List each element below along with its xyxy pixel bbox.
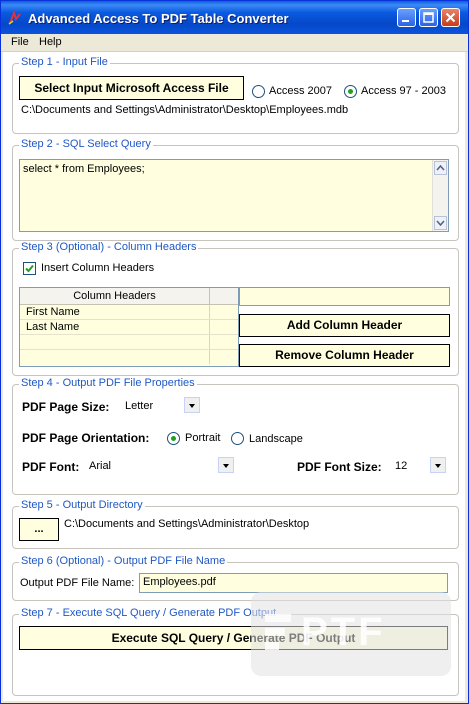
browse-directory-label: ... xyxy=(34,523,44,535)
font-dropdown[interactable]: Arial xyxy=(85,456,235,476)
add-column-header-button[interactable]: Add Column Header xyxy=(239,314,450,337)
step4-legend: Step 4 - Output PDF File Properties xyxy=(19,377,197,389)
add-column-header-label: Add Column Header xyxy=(286,318,403,332)
window-title: Advanced Access To PDF Table Converter xyxy=(28,11,289,26)
minimize-button[interactable] xyxy=(397,8,416,27)
app-window: Advanced Access To PDF Table Converter F… xyxy=(0,0,469,704)
radio-selected-dot xyxy=(348,89,353,94)
orientation-label: PDF Page Orientation: xyxy=(22,431,150,445)
sql-query-text: select * from Employees; xyxy=(23,163,145,175)
checkmark-icon xyxy=(25,264,34,273)
portrait-label: Portrait xyxy=(185,432,221,444)
chevron-down-icon[interactable] xyxy=(430,457,446,473)
font-value: Arial xyxy=(89,460,112,472)
grid-header: Column Headers xyxy=(20,288,238,305)
column-headers-grid[interactable]: Column Headers First Name Last Name xyxy=(19,287,239,367)
title-bar[interactable]: Advanced Access To PDF Table Converter xyxy=(1,1,468,34)
output-file-name-input[interactable]: Employees.pdf xyxy=(139,573,448,593)
table-row[interactable]: Last Name xyxy=(20,320,238,335)
menu-bar: File Help xyxy=(1,34,468,52)
select-input-file-button[interactable]: Select Input Microsoft Access File xyxy=(19,76,244,100)
font-label: PDF Font: xyxy=(22,460,80,474)
watermark-text: PTF xyxy=(301,610,386,654)
access-97-2003-radio[interactable] xyxy=(344,85,357,98)
close-icon xyxy=(445,12,456,23)
insert-column-headers-label: Insert Column Headers xyxy=(41,262,155,274)
page-size-value: Letter xyxy=(125,400,154,412)
menu-help[interactable]: Help xyxy=(39,36,62,48)
remove-column-header-label: Remove Column Header xyxy=(275,348,414,362)
table-cell: Last Name xyxy=(26,321,80,333)
step3-legend: Step 3 (Optional) - Column Headers xyxy=(19,241,199,253)
access-2007-label: Access 2007 xyxy=(269,85,332,97)
sql-query-textarea[interactable]: select * from Employees; xyxy=(19,159,449,232)
watermark: PTF xyxy=(251,592,451,676)
font-size-dropdown[interactable]: 12 xyxy=(391,456,447,476)
access-2007-radio[interactable] xyxy=(252,85,265,98)
table-row[interactable] xyxy=(20,335,238,350)
sql-query-scrollbar[interactable] xyxy=(432,160,448,231)
step5-legend: Step 5 - Output Directory xyxy=(19,499,145,511)
close-button[interactable] xyxy=(441,8,460,27)
landscape-radio[interactable] xyxy=(231,432,244,445)
chevron-down-icon[interactable] xyxy=(184,397,200,413)
table-cell: First Name xyxy=(26,306,80,318)
font-size-value: 12 xyxy=(395,460,408,472)
watermark-logo-icon xyxy=(265,614,291,650)
scroll-down-button[interactable] xyxy=(434,216,447,230)
radio-selected-dot xyxy=(171,436,176,441)
remove-column-header-button[interactable]: Remove Column Header xyxy=(239,344,450,367)
app-logo-icon xyxy=(8,10,21,25)
page-size-dropdown[interactable]: Letter xyxy=(121,396,201,416)
menu-file[interactable]: File xyxy=(11,36,29,48)
minimize-icon xyxy=(402,20,409,22)
browse-directory-button[interactable]: ... xyxy=(19,518,59,541)
maximize-icon xyxy=(423,12,434,23)
access-97-2003-label: Access 97 - 2003 xyxy=(361,85,446,97)
page-size-label: PDF Page Size: xyxy=(22,400,110,414)
output-file-name-label: Output PDF File Name: xyxy=(20,577,135,589)
maximize-button[interactable] xyxy=(419,8,438,27)
step1-legend: Step 1 - Input File xyxy=(19,56,110,68)
step2-legend: Step 2 - SQL Select Query xyxy=(19,138,153,150)
landscape-label: Landscape xyxy=(249,433,303,445)
new-column-header-input[interactable] xyxy=(239,287,450,306)
select-input-file-label: Select Input Microsoft Access File xyxy=(34,81,229,95)
table-row[interactable] xyxy=(20,350,238,364)
step6-legend: Step 6 (Optional) - Output PDF File Name xyxy=(19,555,228,567)
input-file-path: C:\Documents and Settings\Administrator\… xyxy=(21,104,349,116)
grid-header-column-headers: Column Headers xyxy=(20,288,210,304)
insert-column-headers-checkbox[interactable] xyxy=(23,262,36,275)
scroll-down-icon xyxy=(436,220,445,227)
output-directory-path: C:\Documents and Settings\Administrator\… xyxy=(64,518,310,530)
font-size-label: PDF Font Size: xyxy=(297,460,382,474)
table-row[interactable]: First Name xyxy=(20,305,238,320)
scroll-up-icon xyxy=(436,164,445,171)
scroll-up-button[interactable] xyxy=(434,161,447,175)
portrait-radio[interactable] xyxy=(167,432,180,445)
step7-legend: Step 7 - Execute SQL Query / Generate PD… xyxy=(19,607,279,619)
chevron-down-icon[interactable] xyxy=(218,457,234,473)
